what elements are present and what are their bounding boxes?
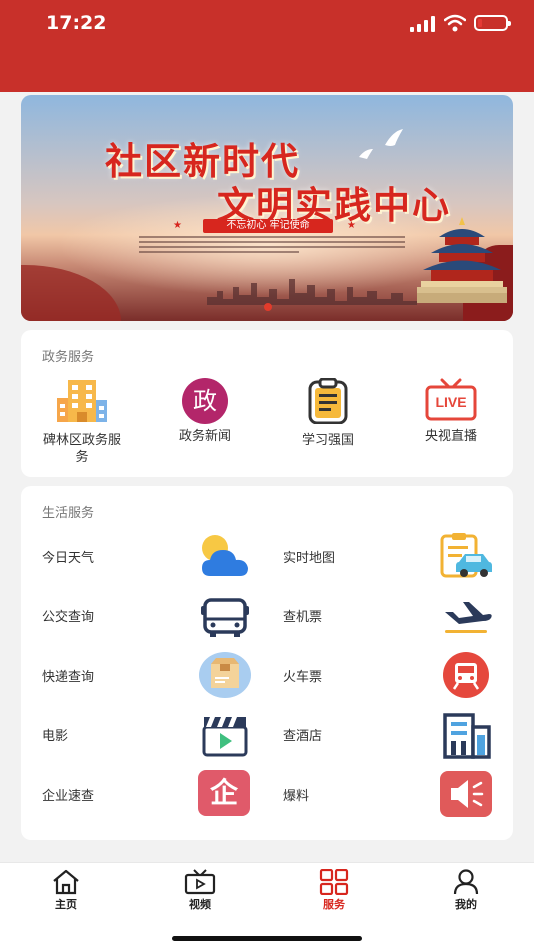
tab-label: 服务 [323,898,345,911]
tab-video[interactable]: 视频 [160,869,240,912]
banner-slogan: 不忘初心 牢记使命 [203,219,333,233]
cellular-signal-icon [410,16,435,32]
user-icon [453,869,479,895]
temple-icon [417,217,507,303]
bus-icon[interactable] [198,592,252,640]
clipboard-icon [308,377,348,425]
banner-carousel[interactable]: 社区新时代 文明实践中心 ★ 不忘初心 牢记使命 ★ [21,95,513,321]
life-item-report[interactable]: 爆料 [283,785,309,804]
gov-item-study[interactable]: 学习强国 [273,377,383,449]
gov-item-live[interactable]: LIVE 央视直播 [396,378,506,445]
speaker-icon[interactable] [439,770,493,818]
life-item-map[interactable]: 实时地图 [283,547,335,566]
airplane-icon[interactable] [439,592,493,640]
life-services-card: 生活服务 今日天气 实时地图 公交查询 查机票 快递查询 火车票 电影 查酒店 … [21,486,513,840]
life-item-hotel[interactable]: 查酒店 [283,725,322,744]
dove-icon [359,129,403,159]
carousel-indicator-dot[interactable] [264,303,272,311]
gov-item-label: 央视直播 [424,429,477,444]
hotel-icon[interactable] [439,711,493,759]
life-item-bus[interactable]: 公交查询 [42,606,94,625]
star-icon: ★ [173,220,182,231]
life-item-flight[interactable]: 查机票 [283,606,322,625]
gov-item-district-service[interactable]: 碑林区政务服务 [27,378,137,466]
life-item-weather[interactable]: 今日天气 [42,547,94,566]
enterprise-glyph: 企 [198,770,250,816]
star-icon: ★ [347,220,356,231]
enterprise-icon[interactable]: 企 [198,770,252,818]
life-item-train[interactable]: 火车票 [283,666,322,685]
gov-news-icon: 政 [178,378,232,424]
live-tv-glyph: LIVE [435,394,467,410]
live-tv-icon: LIVE [424,378,478,424]
tab-label: 主页 [55,898,77,911]
building-icon [57,380,107,422]
gov-item-label: 碑林区政务服务 [42,433,121,465]
tab-profile[interactable]: 我的 [426,869,506,912]
home-indicator[interactable] [172,936,362,941]
life-item-movie[interactable]: 电影 [42,725,68,744]
gov-services-card: 政务服务 碑林区政务服务 政 政务新闻 学习强国 LIVE 央视直播 [21,330,513,477]
gov-item-label: 学习强国 [301,433,354,448]
gov-item-label: 政务新闻 [178,429,231,444]
life-item-express[interactable]: 快递查询 [42,666,94,685]
map-car-icon[interactable] [439,532,493,580]
wifi-icon [444,14,466,32]
gov-news-glyph: 政 [182,378,228,424]
tab-home[interactable]: 主页 [26,869,106,912]
status-bar: 17:22 [0,0,534,92]
clapperboard-icon[interactable] [198,711,252,759]
tab-label: 视频 [189,898,211,911]
banner-fine-print [139,236,405,258]
gov-section-title: 政务服务 [42,350,95,365]
train-icon[interactable] [439,651,493,699]
grid-icon [319,869,349,895]
gov-item-news[interactable]: 政 政务新闻 [150,378,260,445]
battery-icon [474,15,511,31]
weather-icon[interactable] [198,532,252,580]
tab-label: 我的 [455,898,477,911]
tab-services[interactable]: 服务 [294,869,374,912]
tv-icon [184,869,216,895]
life-section-title: 生活服务 [42,506,95,521]
home-icon [53,869,79,895]
package-icon[interactable] [198,651,252,699]
status-time: 17:22 [46,12,107,34]
city-skyline-icon [207,279,417,305]
life-item-enterprise[interactable]: 企业速查 [42,785,94,804]
